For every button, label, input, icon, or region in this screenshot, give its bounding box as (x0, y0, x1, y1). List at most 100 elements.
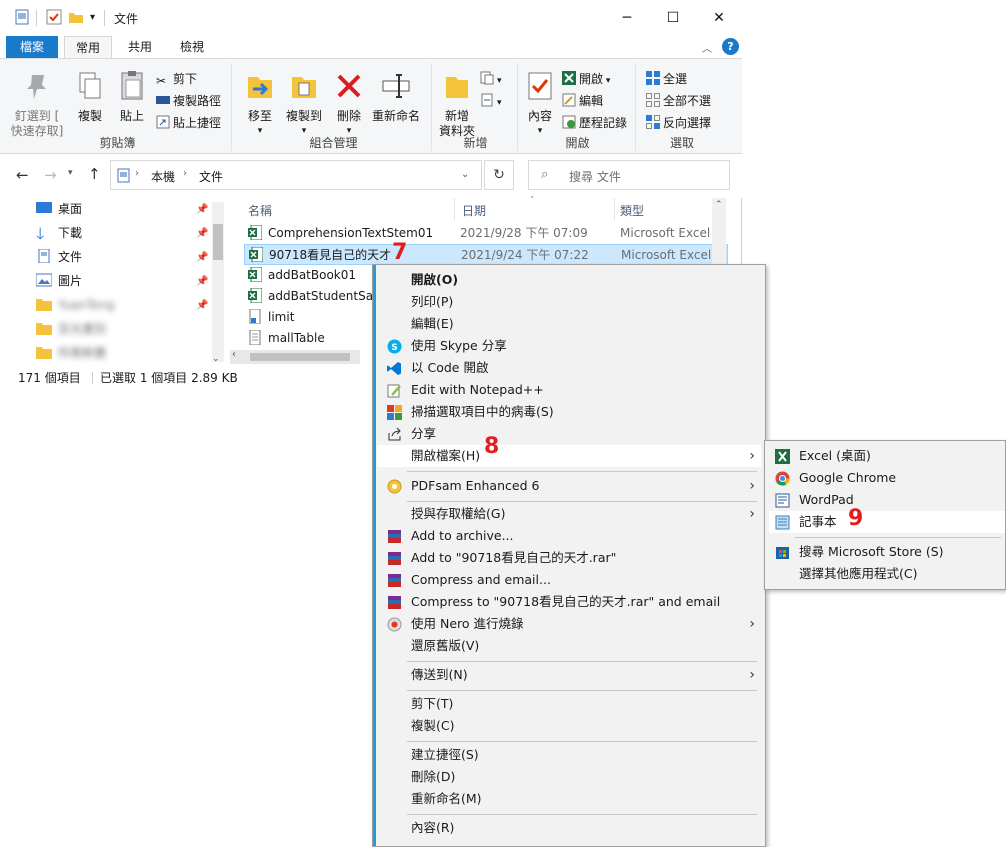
sidebar-item-desktop[interactable]: 桌面 (36, 198, 82, 220)
sidebar-item-documents[interactable]: 文件 (36, 246, 82, 268)
sidebar-item-folder-1[interactable]: YuanTong (36, 294, 114, 316)
pin-icon[interactable]: 📌 (196, 228, 208, 239)
menu-item-properties[interactable]: 內容(R) (377, 817, 761, 839)
horizontal-scrollbar[interactable]: ‹ (230, 349, 360, 364)
copy-path-button[interactable]: 複製路徑 (156, 91, 221, 111)
menu-item-virus-scan[interactable]: 掃描選取項目中的病毒(S) (377, 401, 761, 423)
close-button[interactable]: ✕ (696, 0, 742, 36)
submenu-item-store[interactable]: 搜尋 Microsoft Store (S) (769, 541, 1005, 563)
menu-item-restore-versions[interactable]: 還原舊版(V) (377, 635, 761, 657)
pin-quick-access-button[interactable]: 釘選到 [ 快速存取] (6, 69, 68, 139)
pin-icon[interactable]: 📌 (196, 252, 208, 263)
scroll-down-icon[interactable]: ⌄ (212, 354, 220, 364)
paste-button[interactable]: 貼上 (112, 69, 152, 124)
address-dropdown-icon[interactable]: ⌄ (461, 169, 469, 180)
sidebar-item-downloads[interactable]: 🡓 下載 (36, 222, 82, 244)
cut-button[interactable]: ✂ 剪下 (156, 69, 197, 89)
menu-item-open[interactable]: 開啟(O) (377, 269, 761, 291)
menu-item-add-rar[interactable]: Add to "90718看見自己的天才.rar" (377, 547, 761, 569)
document-icon[interactable] (14, 9, 30, 25)
menu-item-compress-email[interactable]: Compress and email... (377, 569, 761, 591)
submenu-item-notepad[interactable]: 記事本 (769, 511, 1005, 533)
help-icon[interactable]: ? (722, 38, 739, 55)
submenu-arrow-icon: › (749, 478, 755, 494)
paste-shortcut-button[interactable]: 貼上捷徑 (156, 113, 221, 133)
submenu-item-wordpad[interactable]: WordPad (769, 489, 1005, 511)
properties-check-icon[interactable] (46, 9, 62, 25)
menu-item-rename[interactable]: 重新命名(M) (377, 788, 761, 810)
menu-item-share[interactable]: 分享 (377, 423, 761, 445)
sidebar-item-folder-3[interactable]: 所需軟體 (36, 342, 106, 364)
up-arrow-icon[interactable]: ↑ (88, 165, 101, 183)
recent-locations-chevron-icon[interactable]: ▾ (68, 168, 73, 178)
copy-to-button[interactable]: 複製到 ▾ (280, 69, 328, 139)
ribbon-tabs: 檔案 常用 共用 檢視 ︿ ? (0, 36, 742, 58)
address-bar[interactable]: › 本機 › 文件 ⌄ (110, 160, 482, 190)
back-arrow-icon[interactable]: ← (16, 166, 29, 184)
quick-access-dropdown[interactable]: ▾ (90, 12, 95, 23)
refresh-icon[interactable]: ↻ (484, 160, 514, 190)
menu-item-delete[interactable]: 刪除(D) (377, 766, 761, 788)
column-header-type[interactable]: 類型 (620, 202, 644, 219)
forward-arrow-icon[interactable]: → (44, 166, 57, 184)
edit-button[interactable]: 編輯 (562, 91, 603, 111)
breadcrumb-chevron-icon: › (183, 168, 187, 179)
menu-item-send-to[interactable]: 傳送到(N) › (377, 664, 761, 686)
tab-share[interactable]: 共用 (118, 36, 162, 58)
organize-group-label: 組合管理 (309, 136, 358, 150)
collapse-ribbon-icon[interactable]: ︿ (702, 40, 712, 55)
menu-item-open-with-code[interactable]: 以 Code 開啟 (377, 357, 761, 379)
menu-item-copy[interactable]: 複製(C) (377, 715, 761, 737)
sidebar-item-folder-2[interactable]: 芸光畫別 (36, 318, 106, 340)
easy-access-button[interactable]: ▾ (480, 91, 502, 111)
tab-file[interactable]: 檔案 (6, 36, 58, 58)
submenu-item-chrome[interactable]: Google Chrome (769, 467, 1005, 489)
menu-item-open-with[interactable]: 開啟檔案(H) › (377, 445, 761, 467)
menu-item-give-access[interactable]: 授與存取權給(G) › (377, 503, 761, 525)
column-header-name[interactable]: 名稱 (248, 202, 272, 219)
properties-button[interactable]: 內容 ▾ (522, 69, 558, 139)
menu-item-compress-rar-email[interactable]: Compress to "90718看見自己的天才.rar" and email (377, 591, 761, 613)
pin-icon[interactable]: 📌 (196, 276, 208, 287)
copy-button[interactable]: 複製 (70, 69, 110, 124)
move-to-button[interactable]: 移至 ▾ (240, 69, 280, 139)
download-arrow-icon: 🡓 (36, 224, 45, 243)
scroll-left-icon[interactable]: ‹ (232, 349, 236, 360)
menu-item-notepad-plus[interactable]: Edit with Notepad++ (377, 379, 761, 401)
menu-item-pdfsam[interactable]: PDFsam Enhanced 6 › (377, 475, 761, 497)
select-none-button[interactable]: 全部不選 (646, 91, 711, 111)
tab-view[interactable]: 檢視 (170, 36, 214, 58)
menu-item-skype-share[interactable]: S 使用 Skype 分享 (377, 335, 761, 357)
tab-home[interactable]: 常用 (64, 36, 112, 58)
delete-button[interactable]: 刪除 ▾ (332, 69, 366, 139)
file-row-selected[interactable]: 90718看見自己的天才 2021/9/24 下午 07:22 Microsof… (244, 244, 728, 265)
menu-item-print[interactable]: 列印(P) (377, 291, 761, 313)
nav-scrollbar[interactable]: ⌄ (212, 202, 224, 364)
sidebar-item-pictures[interactable]: 圖片 (36, 270, 82, 292)
submenu-item-excel[interactable]: Excel (桌面) (769, 445, 1005, 467)
history-button[interactable]: 歷程記錄 (562, 113, 627, 133)
rename-button[interactable]: 重新命名 (368, 69, 424, 124)
menu-item-add-archive[interactable]: Add to archive... (377, 525, 761, 547)
menu-item-nero-burn[interactable]: 使用 Nero 進行燒錄 › (377, 613, 761, 635)
new-folder-icon[interactable] (68, 9, 84, 25)
menu-item-create-shortcut[interactable]: 建立捷徑(S) (377, 744, 761, 766)
invert-selection-button[interactable]: 反向選擇 (646, 113, 711, 133)
pin-icon[interactable]: 📌 (196, 204, 208, 215)
menu-item-edit[interactable]: 編輯(E) (377, 313, 761, 335)
breadcrumb-this-pc[interactable]: 本機 (151, 168, 175, 185)
open-button[interactable]: 開啟 ▾ (562, 69, 610, 89)
menu-item-cut[interactable]: 剪下(T) (377, 693, 761, 715)
new-folder-button[interactable]: 新增 資料夾 (436, 69, 478, 139)
new-item-button[interactable]: ▾ (480, 69, 502, 89)
submenu-item-choose-app[interactable]: 選擇其他應用程式(C) (769, 563, 1005, 585)
maximize-button[interactable]: ☐ (650, 0, 696, 36)
paste-shortcut-icon (156, 115, 170, 129)
minimize-button[interactable]: ─ (604, 0, 650, 36)
search-box[interactable]: ⌕ 搜尋 文件 (528, 160, 730, 190)
column-header-date[interactable]: 日期 (462, 202, 486, 219)
breadcrumb-documents[interactable]: 文件 (199, 168, 223, 185)
select-all-button[interactable]: 全選 (646, 69, 687, 89)
pin-icon[interactable]: 📌 (196, 300, 208, 311)
file-row[interactable]: ComprehensionTextStem01 2021/9/28 下午 07:… (244, 223, 728, 244)
